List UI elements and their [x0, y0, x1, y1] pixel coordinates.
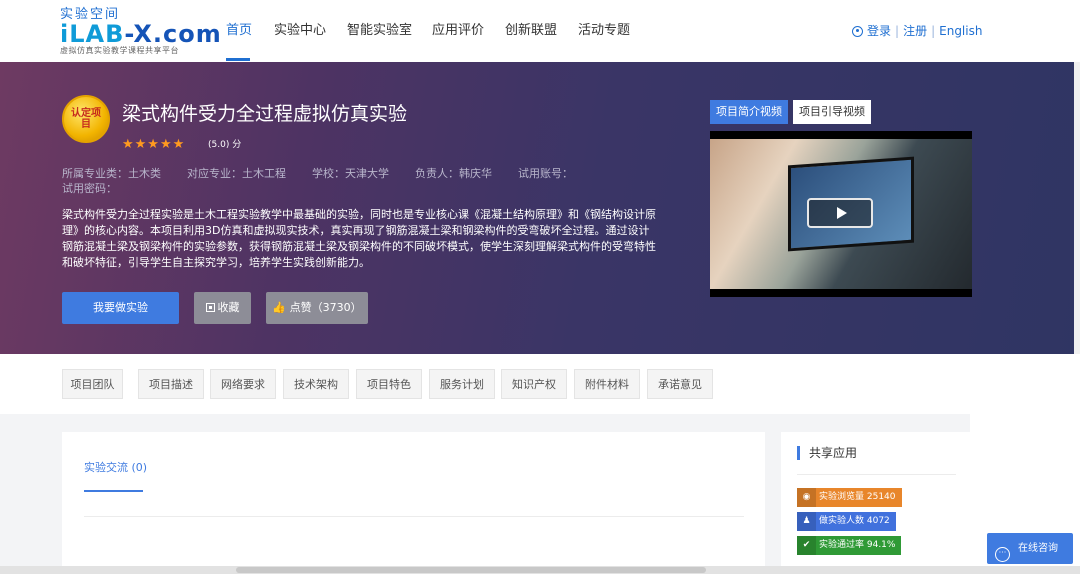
- meta-trial-account: 试用账号：: [518, 167, 573, 180]
- chat-bubble-icon: ···: [995, 547, 1010, 562]
- tab-commitment[interactable]: 承诺意见: [647, 369, 713, 399]
- project-title: 梁式构件受力全过程虚拟仿真实验: [122, 103, 408, 125]
- login-link[interactable]: 登录: [867, 24, 891, 38]
- tab-attachments[interactable]: 附件材料: [574, 369, 640, 399]
- stat-views-label: 实验浏览量 25140: [819, 492, 896, 502]
- shield-check-icon: ✔: [797, 536, 816, 555]
- stat-pass-rate-label: 实验通过率 94.1%: [819, 540, 896, 550]
- stat-views: ◉ 实验浏览量 25140: [797, 488, 902, 507]
- shared-application-title: 共享应用: [797, 446, 857, 460]
- divider: [797, 474, 956, 475]
- tab-experiment-exchange[interactable]: 实验交流 (0): [84, 461, 147, 475]
- tab-intellectual-property[interactable]: 知识产权: [501, 369, 567, 399]
- nav-smart-lab[interactable]: 智能实验室: [347, 22, 412, 40]
- online-consult-label: 在线咨询: [1018, 543, 1058, 554]
- exchange-panel: [62, 432, 765, 574]
- tab-project-features[interactable]: 项目特色: [356, 369, 422, 399]
- english-link[interactable]: English: [939, 24, 982, 38]
- certified-badge-text: 认定项目: [71, 108, 101, 130]
- stat-participants-label: 做实验人数 4072: [819, 516, 890, 526]
- tab-project-team[interactable]: 项目团队: [62, 369, 123, 399]
- divider: [84, 516, 744, 517]
- like-label: 点赞（3730）: [289, 301, 362, 314]
- tab-intro-video[interactable]: 项目简介视频: [710, 100, 788, 124]
- meta-leader: 负责人：韩庆华: [415, 167, 492, 180]
- rating-stars-icon: ★★★★★: [122, 137, 186, 152]
- nav-evaluation[interactable]: 应用评价: [432, 22, 484, 40]
- online-consult-button[interactable]: ··· 在线咨询: [987, 533, 1073, 564]
- nav-experiment-center[interactable]: 实验中心: [274, 22, 326, 40]
- meta-major: 对应专业：土木工程: [187, 167, 286, 180]
- meta-category: 所属专业类：土木类: [62, 167, 161, 180]
- horizontal-scrollbar-thumb[interactable]: [236, 567, 706, 573]
- stat-pass-rate: ✔ 实验通过率 94.1%: [797, 536, 902, 555]
- meta-school: 学校：天津大学: [312, 167, 389, 180]
- thumbs-up-icon: 👍: [272, 301, 287, 314]
- tab-guide-video[interactable]: 项目引导视频: [793, 100, 871, 124]
- person-icon: ♟: [797, 512, 816, 531]
- like-button[interactable]: 👍 点赞（3730）: [266, 292, 368, 324]
- tab-tech-architecture[interactable]: 技术架构: [283, 369, 349, 399]
- stat-participants: ♟ 做实验人数 4072: [797, 512, 896, 531]
- start-experiment-button[interactable]: 我要做实验: [62, 292, 179, 324]
- project-meta: 所属专业类：土木类 对应专业：土木工程 学校：天津大学 负责人：韩庆华 试用账号： 试用…: [62, 166, 602, 196]
- auth-links: 登录 | 注册 | English: [852, 24, 982, 38]
- nav-home[interactable]: 首页: [226, 22, 252, 40]
- logo-main-suffix: -X.com: [124, 20, 222, 48]
- exchange-tab-indicator: [84, 490, 143, 492]
- logo-main-text: iLAB-X.com: [60, 22, 222, 46]
- tab-network-requirements[interactable]: 网络要求: [210, 369, 276, 399]
- user-icon: [852, 26, 863, 37]
- nav-innovation-alliance[interactable]: 创新联盟: [505, 22, 557, 40]
- favorite-label: 收藏: [217, 301, 240, 314]
- logo-main-prefix: iLAB: [60, 20, 125, 48]
- eye-icon: ◉: [797, 488, 816, 507]
- play-icon[interactable]: [807, 198, 873, 228]
- separator: |: [931, 24, 936, 38]
- site-logo[interactable]: 实验空间 iLAB-X.com 虚拟仿真实验教学课程共享平台: [60, 8, 222, 56]
- video-player[interactable]: [710, 131, 972, 297]
- project-description: 梁式构件受力全过程实验是土木工程实验教学中最基础的实验，同时也是专业核心课《混凝…: [62, 208, 656, 269]
- meta-trial-password: 试用密码：: [62, 182, 117, 195]
- favorite-button[interactable]: 收藏: [194, 292, 251, 324]
- tab-project-description[interactable]: 项目描述: [138, 369, 204, 399]
- rating-score: (5.0) 分: [208, 140, 242, 150]
- bookmark-icon: [205, 303, 215, 312]
- nav-activities[interactable]: 活动专题: [578, 22, 630, 40]
- nav-active-indicator: [226, 58, 250, 61]
- register-link[interactable]: 注册: [903, 24, 927, 38]
- tab-service-plan[interactable]: 服务计划: [429, 369, 495, 399]
- separator: |: [895, 24, 900, 38]
